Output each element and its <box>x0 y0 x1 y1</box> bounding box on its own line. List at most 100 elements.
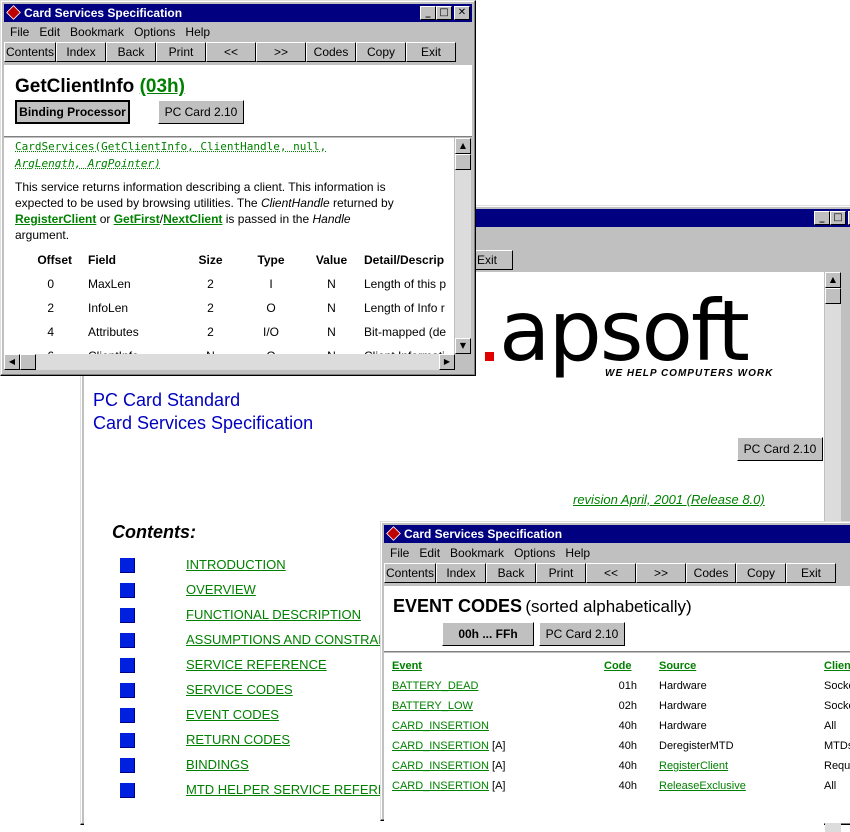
menu-edit[interactable]: Edit <box>39 25 60 39</box>
exit-button[interactable]: Exit <box>786 563 836 583</box>
toc-link[interactable]: INTRODUCTION <box>186 557 286 572</box>
toc-link[interactable]: OVERVIEW <box>186 582 256 597</box>
exit-button[interactable]: Exit <box>406 42 456 62</box>
top-hscrollbar[interactable]: ◀ ▶ <box>4 354 455 370</box>
source-cell: Hardware <box>659 716 824 736</box>
menu-help[interactable]: Help <box>185 25 210 39</box>
range-button[interactable]: 00h ... FFh <box>442 622 534 646</box>
contents-button[interactable]: Contents <box>4 42 56 62</box>
table-cell: I/O <box>233 320 309 344</box>
toc-link[interactable]: ASSUMPTIONS AND CONSTRAI <box>186 632 382 647</box>
table-cell: 6 <box>4 344 74 354</box>
code-cell: 40h <box>582 776 659 796</box>
scroll-thumb[interactable] <box>455 154 471 170</box>
getfirst-link[interactable]: GetFirst <box>114 212 160 226</box>
contents-title: Contents: <box>112 522 196 543</box>
event-link[interactable]: BATTERY_LOW <box>392 700 473 712</box>
toc-bullet-icon <box>120 683 135 698</box>
top-toolbar: Contents Index Back Print << >> Codes Co… <box>4 42 472 64</box>
print-button[interactable]: Print <box>536 563 586 583</box>
copy-button[interactable]: Copy <box>736 563 786 583</box>
source-cell[interactable]: ReleaseExclusive <box>659 776 824 796</box>
back-window-toolbar: Exit <box>461 250 850 272</box>
menu-bookmark[interactable]: Bookmark <box>450 546 504 560</box>
scroll-up-icon[interactable]: ▲ <box>825 272 841 288</box>
pc-card-button[interactable]: PC Card 2.10 <box>737 437 823 461</box>
copy-button[interactable]: Copy <box>356 42 406 62</box>
contents-button[interactable]: Contents <box>384 563 436 583</box>
table-cell: 4 <box>4 320 74 344</box>
syntax-line-1[interactable]: CardServices(GetClientInfo, ClientHandle… <box>15 140 326 153</box>
toc-link[interactable]: RETURN CODES <box>186 732 290 747</box>
menu-bookmark[interactable]: Bookmark <box>70 25 124 39</box>
prev-button[interactable]: << <box>586 563 636 583</box>
maximize-icon[interactable]: □ <box>436 6 452 20</box>
toc-link[interactable]: MTD HELPER SERVICE REFERE <box>186 782 387 797</box>
menu-file[interactable]: File <box>10 25 29 39</box>
toc-bullet-icon <box>120 558 135 573</box>
scroll-up-icon[interactable]: ▲ <box>455 138 471 154</box>
maximize-icon[interactable]: □ <box>830 211 846 225</box>
col-offset: Offset <box>4 248 74 272</box>
back-button[interactable]: Back <box>486 563 536 583</box>
scroll-right-icon[interactable]: ▶ <box>439 354 455 370</box>
binding-processor-button[interactable]: Binding Processor <box>15 100 130 124</box>
client-cell: Reque <box>824 756 850 776</box>
next-button[interactable]: >> <box>256 42 306 62</box>
toc-bullet-icon <box>120 583 135 598</box>
event-suffix: [A] <box>489 760 506 772</box>
menu-file[interactable]: File <box>390 546 409 560</box>
bottom-window-titlebar[interactable]: Card Services Specification <box>384 525 850 543</box>
table-cell: O <box>233 296 309 320</box>
menu-help[interactable]: Help <box>565 546 590 560</box>
nextclient-link[interactable]: NextClient <box>163 212 222 226</box>
toc-link[interactable]: EVENT CODES <box>186 707 279 722</box>
minimize-icon[interactable]: _ <box>420 6 436 20</box>
getclientinfo-window: Card Services Specification _ □ ✕ File Edit… <box>0 0 476 376</box>
minimize-icon[interactable]: _ <box>814 211 830 225</box>
menu-edit[interactable]: Edit <box>419 546 440 560</box>
close-icon[interactable]: ✕ <box>454 6 470 20</box>
next-button[interactable]: >> <box>636 563 686 583</box>
back-button[interactable]: Back <box>106 42 156 62</box>
menu-options[interactable]: Options <box>514 546 555 560</box>
menu-options[interactable]: Options <box>134 25 175 39</box>
toc-bullet-icon <box>120 658 135 673</box>
syntax-line-2[interactable]: ArgLength, ArgPointer) <box>15 157 161 170</box>
pc-card-button[interactable]: PC Card 2.10 <box>539 622 625 646</box>
registerclient-link[interactable]: RegisterClient <box>15 212 96 226</box>
print-button[interactable]: Print <box>156 42 206 62</box>
event-cell: CARD_INSERTION [A] <box>392 736 582 756</box>
scroll-left-icon[interactable]: ◀ <box>4 354 20 370</box>
event-link[interactable]: BATTERY_DEAD <box>392 680 478 692</box>
source-cell[interactable]: RegisterClient <box>659 756 824 776</box>
scroll-down-icon[interactable]: ▼ <box>455 338 471 354</box>
event-link[interactable]: CARD_INSERTION <box>392 780 489 792</box>
pc-card-button[interactable]: PC Card 2.10 <box>158 100 244 124</box>
scroll-thumb[interactable] <box>825 288 841 304</box>
codes-button[interactable]: Codes <box>686 563 736 583</box>
index-button[interactable]: Index <box>436 563 486 583</box>
table-cell: 2 <box>188 320 233 344</box>
page-title: GetClientInfo (03h) <box>15 76 185 98</box>
toc-bullet-icon <box>120 708 135 723</box>
top-vscrollbar[interactable]: ▲ ▼ <box>455 138 471 354</box>
hscroll-thumb[interactable] <box>20 354 36 370</box>
toc-link[interactable]: FUNCTIONAL DESCRIPTION <box>186 607 361 622</box>
top-window-titlebar[interactable]: Card Services Specification _ □ ✕ <box>4 4 472 22</box>
event-link[interactable]: CARD_INSERTION <box>392 760 489 772</box>
event-cell: CARD_INSERTION <box>392 716 582 736</box>
syntax-text-2: ArgLength, ArgPointer) <box>15 157 161 170</box>
toc-link[interactable]: BINDINGS <box>186 757 249 772</box>
function-code-link[interactable]: (03h) <box>140 76 185 97</box>
table-cell: Attributes <box>88 320 188 344</box>
toc-link[interactable]: SERVICE CODES <box>186 682 293 697</box>
event-link[interactable]: CARD_INSERTION <box>392 720 489 732</box>
index-button[interactable]: Index <box>56 42 106 62</box>
table-cell: Length of Info r <box>354 296 454 320</box>
event-link[interactable]: CARD_INSERTION <box>392 740 489 752</box>
codes-button[interactable]: Codes <box>306 42 356 62</box>
prev-button[interactable]: << <box>206 42 256 62</box>
toc-link[interactable]: SERVICE REFERENCE <box>186 657 327 672</box>
revision-link[interactable]: revision April, 2001 (Release 8.0) <box>573 492 765 507</box>
